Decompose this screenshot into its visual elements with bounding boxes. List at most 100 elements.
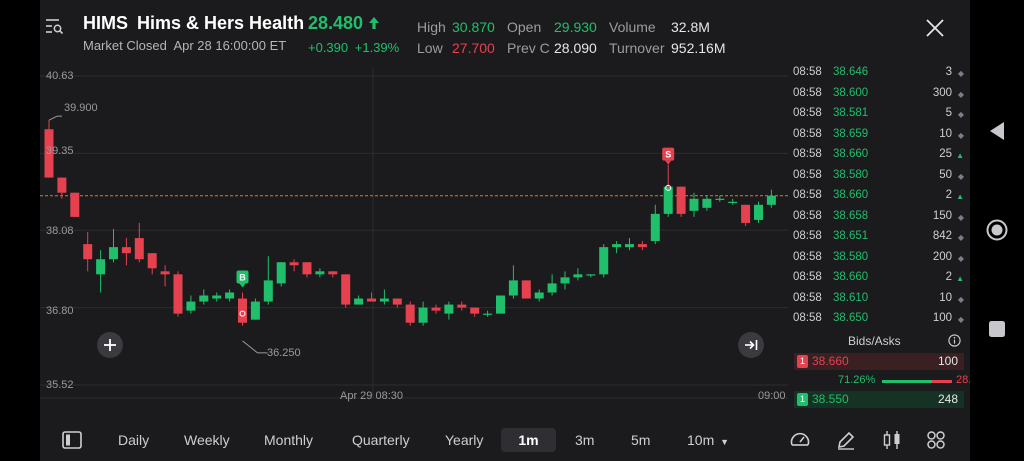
x-axis-label-2: 09:00 <box>758 390 786 402</box>
tick-row: 08:58 38.581 5 ◆ <box>788 104 970 124</box>
tick-price: 38.580 <box>833 168 869 181</box>
candle-body <box>328 271 338 275</box>
price-change-pct: +1.39% <box>354 40 400 55</box>
tick-row: 08:58 38.660 25 ▲ <box>788 145 970 165</box>
last-price: 28.480 <box>308 13 364 33</box>
bids-asks-title: Bids/Asks <box>848 334 901 348</box>
back-icon[interactable] <box>988 121 1006 141</box>
low-label: Low <box>417 40 443 56</box>
candle-body <box>186 301 196 311</box>
home-icon[interactable] <box>986 219 1008 241</box>
tick-row: 08:58 38.610 10 ◆ <box>788 289 970 309</box>
tick-neutral-icon: ◆ <box>957 171 964 181</box>
period-3m[interactable]: 3m <box>575 428 594 452</box>
candle-body <box>496 295 505 314</box>
period-monthly[interactable]: Monthly <box>264 428 313 452</box>
candle-body <box>121 247 131 254</box>
period-daily[interactable]: Daily <box>118 428 149 452</box>
max-price-label: 39.900 <box>64 102 98 114</box>
tick-price: 38.660 <box>833 271 869 283</box>
tick-price: 38.580 <box>833 250 869 263</box>
caret-down-icon: ▼ <box>720 437 730 447</box>
candle-body <box>354 298 364 305</box>
candle-body <box>70 192 80 217</box>
tick-neutral-icon: ◆ <box>957 212 964 222</box>
period-5m[interactable]: 5m <box>631 428 650 452</box>
period-1m[interactable]: 1m <box>501 428 556 452</box>
tick-time: 08:58 <box>793 127 822 140</box>
tick-neutral-icon: ◆ <box>957 89 964 99</box>
buy-marker-pointer <box>239 283 246 288</box>
candle-body <box>109 247 118 260</box>
candle-body <box>173 274 183 314</box>
period-quarterly[interactable]: Quarterly <box>352 428 410 452</box>
min-price-label: 36.250 <box>267 347 301 359</box>
candle-body <box>650 213 660 242</box>
candlestick-chart[interactable]: BS 40.63 39.35 38.08 36.80 35.52 39.900 … <box>40 68 788 415</box>
tick-price: 38.646 <box>833 66 869 78</box>
tick-time: 08:58 <box>793 230 822 242</box>
period-10m-dropdown[interactable]: 10m ▼ <box>687 428 729 452</box>
tick-volume: 10 <box>939 291 952 304</box>
tick-time: 08:58 <box>793 209 822 222</box>
tick-volume: 150 <box>932 209 952 222</box>
candle-body <box>547 283 557 293</box>
close-icon[interactable] <box>924 17 946 39</box>
candlestick-icon[interactable] <box>880 428 904 452</box>
volume-value: 32.8M <box>671 19 710 35</box>
tick-up-icon: ▲ <box>956 274 964 283</box>
tick-row: 08:58 38.600 300 ◆ <box>788 84 970 104</box>
bid-percentage: 71.26% <box>838 374 876 386</box>
max-leader-line <box>48 115 58 121</box>
speedometer-icon[interactable] <box>788 428 812 452</box>
y-axis-label-2: 39.35 <box>46 145 74 157</box>
recents-icon[interactable] <box>988 320 1006 338</box>
pencil-icon[interactable] <box>834 428 858 452</box>
candle-body <box>586 274 596 276</box>
tick-volume: 3 <box>945 66 952 78</box>
candle-body <box>315 271 325 275</box>
candle-body <box>405 304 415 323</box>
tick-row: 08:58 38.660 2 ▲ <box>788 186 970 206</box>
period-weekly[interactable]: Weekly <box>184 428 230 452</box>
info-icon[interactable] <box>948 334 961 347</box>
tick-row: 08:58 38.646 3 ◆ <box>788 63 970 83</box>
tick-time: 08:58 <box>793 148 822 160</box>
jump-to-latest-button[interactable] <box>738 332 764 358</box>
ask-row: 1 38.660 100 <box>794 353 964 370</box>
tick-row: 08:58 38.580 200 ◆ <box>788 248 970 268</box>
bid-ratio-fill <box>882 380 932 383</box>
ask-level-badge: 1 <box>797 355 808 368</box>
y-axis-label-4: 36.80 <box>46 305 74 317</box>
system-navigation-bar <box>970 0 1024 461</box>
candle-body <box>83 244 93 260</box>
candle-body <box>225 292 235 299</box>
tick-time: 08:58 <box>793 189 822 201</box>
tick-neutral-icon: ◆ <box>957 253 964 263</box>
turnover-value: 952.16M <box>671 40 726 56</box>
list-search-icon[interactable] <box>44 16 64 36</box>
ticker-symbol: HIMS <box>83 13 128 33</box>
tick-volume: 50 <box>939 168 952 181</box>
grid-icon[interactable] <box>924 428 948 452</box>
y-axis-label-3: 38.08 <box>46 225 74 237</box>
tick-time: 08:58 <box>793 86 822 99</box>
candle-body <box>689 198 699 211</box>
tick-time: 08:58 <box>793 271 822 283</box>
candle-body <box>483 313 493 315</box>
bid-ask-ratio-bar <box>882 380 952 383</box>
add-indicator-button[interactable] <box>97 332 123 358</box>
candle-body <box>302 262 312 275</box>
candle-body <box>341 274 351 305</box>
bid-row: 1 38.550 248 <box>794 391 964 408</box>
candle-body <box>367 298 376 302</box>
period-yearly[interactable]: Yearly <box>445 428 483 452</box>
bids-asks-panel[interactable]: Bids/Asks 1 38.660 100 71.26% 28.74% 1 3… <box>788 330 993 412</box>
tick-row: 08:58 38.660 2 ▲ <box>788 268 970 288</box>
layout-toggle-icon[interactable] <box>60 428 84 452</box>
tick-volume: 100 <box>932 312 952 324</box>
candle-body <box>625 244 634 248</box>
time-and-sales-list[interactable]: 08:58 38.646 3 ◆ 08:58 38.600 300 ◆ 08:58 38.581 5… <box>788 62 970 330</box>
tick-volume: 300 <box>932 86 952 99</box>
buy-marker-label: B <box>239 272 246 282</box>
